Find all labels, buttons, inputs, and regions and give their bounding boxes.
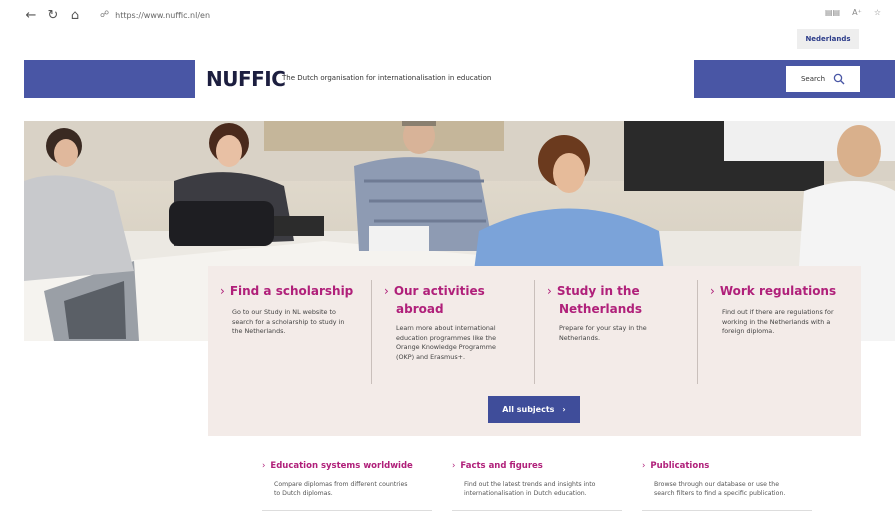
panel-column-scholarship[interactable]: › Find a scholarship Go to our Study in N… <box>220 266 370 384</box>
all-subjects-label: All subjects <box>502 405 555 414</box>
browser-toolbar: ← ↻ ⌂ ☍ https://www.nuffic.nl/en ▤▤ A⁺ ☆ <box>0 0 895 30</box>
url-text: https://www.nuffic.nl/en <box>115 10 211 20</box>
home-icon[interactable]: ⌂ <box>64 8 86 23</box>
column-divider <box>534 280 535 384</box>
column-description: Learn more about international education… <box>396 324 497 361</box>
link-facts-figures[interactable]: › Facts and figures <box>452 461 543 471</box>
column-title[interactable]: › Our activities abroad <box>384 282 485 318</box>
column-title[interactable]: › Find a scholarship <box>220 282 353 300</box>
language-link-dutch[interactable]: Nederlands <box>797 29 859 49</box>
chevron-right-icon: › <box>452 461 456 471</box>
chevron-right-icon: › <box>547 284 552 298</box>
read-aloud-icon[interactable]: ▤▤ <box>825 8 840 17</box>
search-label: Search <box>800 75 826 83</box>
tagline: The Dutch organisation for international… <box>282 74 492 82</box>
header-band-left <box>24 60 195 98</box>
nuffic-logo[interactable]: NUFFIC <box>206 67 286 91</box>
back-arrow-icon[interactable]: ← <box>20 8 42 23</box>
browser-actions: ▤▤ A⁺ ☆ <box>825 8 881 17</box>
chevron-right-icon: › <box>384 284 389 298</box>
column-description: Go to our Study in NL website to search … <box>232 308 345 335</box>
column-description: Find out if there are regulations for wo… <box>722 308 834 335</box>
panel-column-study-netherlands[interactable]: › Study in the Netherlands Prepare for yo… <box>534 266 697 384</box>
link-description: Find out the latest trends and insights … <box>464 481 596 497</box>
search-button[interactable]: Search <box>786 66 860 92</box>
link-description: Compare diplomas from different countrie… <box>274 481 408 497</box>
divider <box>452 510 622 511</box>
favorite-star-icon[interactable]: ☆ <box>874 8 881 17</box>
all-subjects-button[interactable]: All subjects › <box>488 396 580 423</box>
link-education-systems[interactable]: › Education systems worldwide <box>262 461 413 471</box>
chevron-right-icon: › <box>710 284 715 298</box>
logo-text: NUFFIC <box>206 67 286 91</box>
panel-column-work-regulations[interactable]: › Work regulations Find out if there are … <box>697 266 861 384</box>
column-description: Prepare for your stay in the Netherlands… <box>559 324 647 342</box>
link-publications[interactable]: › Publications <box>642 461 709 471</box>
panel-column-activities-abroad[interactable]: › Our activities abroad Learn more about … <box>371 266 534 384</box>
link-description: Browse through our database or use the s… <box>654 481 786 497</box>
chevron-right-icon: › <box>562 405 566 414</box>
column-divider <box>697 280 698 384</box>
refresh-icon[interactable]: ↻ <box>42 8 64 23</box>
divider <box>262 510 432 511</box>
chevron-right-icon: › <box>642 461 646 471</box>
chevron-right-icon: › <box>262 461 266 471</box>
search-icon <box>833 73 845 85</box>
lock-icon: ☍ <box>100 10 110 20</box>
column-title[interactable]: › Study in the Netherlands <box>547 282 642 318</box>
divider <box>642 510 812 511</box>
address-bar[interactable]: ☍ https://www.nuffic.nl/en <box>100 10 210 20</box>
chevron-right-icon: › <box>220 284 225 298</box>
column-divider <box>371 280 372 384</box>
text-size-icon[interactable]: A⁺ <box>852 8 862 17</box>
column-title[interactable]: › Work regulations <box>710 282 836 300</box>
